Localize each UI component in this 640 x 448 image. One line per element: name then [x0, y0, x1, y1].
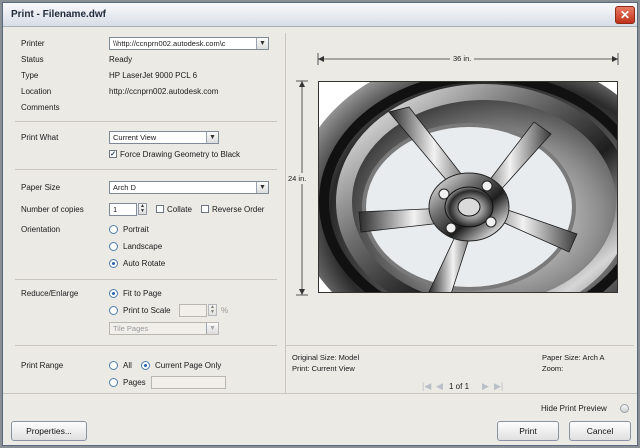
reverse-order-label: Reverse Order [212, 205, 265, 214]
divider [15, 169, 277, 170]
window-title: Print - Filename.dwf [11, 9, 107, 20]
chevron-down-icon[interactable]: ▼ [256, 182, 268, 193]
print-button[interactable]: Print [497, 421, 559, 441]
collate-checkbox[interactable] [156, 205, 164, 213]
all-pages-radio[interactable] [109, 361, 118, 370]
auto-rotate-radio[interactable] [109, 259, 118, 268]
cancel-button[interactable]: Cancel [569, 421, 631, 441]
reverse-order-checkbox[interactable] [201, 205, 209, 213]
location-label: Location [21, 87, 52, 96]
fit-to-page-label: Fit to Page [123, 289, 162, 298]
divider [15, 279, 277, 280]
print-view-text: Print: Current View [292, 364, 355, 373]
location-value: http://ccnprn002.autodesk.com [109, 87, 219, 96]
title-bar: Print - Filename.dwf ✕ [3, 3, 637, 27]
next-page-icon[interactable]: ▶ [482, 381, 489, 392]
divider [15, 345, 277, 346]
scale-stepper[interactable]: ▲ ▼ [208, 304, 217, 316]
type-label: Type [21, 71, 39, 80]
properties-button[interactable]: Properties... [11, 421, 87, 441]
type-value: HP LaserJet 9000 PCL 6 [109, 71, 198, 80]
collate-label: Collate [167, 205, 192, 214]
width-label: 36 in. [450, 54, 475, 63]
pages-radio[interactable] [109, 378, 118, 387]
print-to-scale-radio[interactable] [109, 306, 118, 315]
print-dialog: Print - Filename.dwf ✕ Printer \\http://… [2, 2, 638, 446]
copies-label: Number of copies [21, 205, 84, 214]
height-dimension [296, 80, 308, 296]
chevron-down-icon[interactable]: ▼ [206, 132, 218, 143]
preview-panel: 36 in. 24 in. Original Size: Model Print… [285, 33, 634, 393]
fit-to-page-radio[interactable] [109, 289, 118, 298]
auto-rotate-label: Auto Rotate [123, 259, 166, 268]
force-black-label: Force Drawing Geometry to Black [120, 150, 241, 159]
height-label: 24 in. [288, 173, 307, 184]
copies-input[interactable]: 1 [109, 203, 137, 216]
portrait-label: Portrait [123, 225, 149, 234]
comments-label: Comments [21, 103, 60, 112]
printer-value: \\http://ccnprn002.autodesk.com\c [113, 39, 226, 48]
hide-preview-label: Hide Print Preview [541, 404, 607, 413]
chevron-down-icon[interactable]: ▼ [256, 38, 268, 49]
divider [286, 345, 634, 346]
status-value: Ready [109, 55, 133, 64]
landscape-radio[interactable] [109, 242, 118, 251]
last-page-icon[interactable]: ▶| [494, 381, 503, 392]
paper-size-select[interactable]: Arch D ▼ [109, 181, 269, 194]
pages-label: Pages [123, 378, 146, 387]
settings-panel: Printer \\http://ccnprn002.autodesk.com\… [11, 33, 281, 393]
paper-size-value: Arch D [113, 183, 136, 192]
print-preview-image [318, 81, 618, 293]
copies-value: 1 [113, 205, 118, 214]
divider [15, 121, 277, 122]
paper-size-text: Paper Size: Arch A [542, 353, 605, 362]
portrait-radio[interactable] [109, 225, 118, 234]
spin-down-icon[interactable]: ▼ [139, 209, 146, 214]
tile-pages-select[interactable]: Tile Pages ▼ [109, 322, 219, 335]
print-what-value: Current View [113, 133, 157, 142]
hide-preview-toggle[interactable] [620, 404, 629, 413]
zoom-text: Zoom: [542, 364, 564, 373]
copies-stepper[interactable]: ▲ ▼ [138, 203, 147, 215]
print-what-label: Print What [21, 133, 59, 142]
page-indicator: 1 of 1 [449, 382, 470, 391]
print-to-scale-label: Print to Scale [123, 306, 171, 315]
orientation-label: Orientation [21, 225, 61, 234]
tile-pages-value: Tile Pages [113, 324, 149, 333]
reduce-enlarge-label: Reduce/Enlarge [21, 289, 79, 298]
printer-label: Printer [21, 39, 45, 48]
pages-input[interactable] [151, 376, 226, 389]
chevron-down-icon[interactable]: ▼ [206, 323, 218, 334]
force-black-checkbox[interactable]: ✓ [109, 150, 117, 158]
original-size-text: Original Size: Model [292, 353, 360, 362]
print-what-select[interactable]: Current View ▼ [109, 131, 219, 144]
spin-down-icon[interactable]: ▼ [209, 310, 216, 315]
scale-input[interactable] [179, 304, 207, 317]
landscape-label: Landscape [123, 242, 163, 251]
divider [3, 393, 637, 394]
current-page-radio[interactable] [141, 361, 150, 370]
prev-page-icon[interactable]: ◀ [436, 381, 443, 392]
all-pages-label: All [123, 361, 132, 370]
printer-select[interactable]: \\http://ccnprn002.autodesk.com\c ▼ [109, 37, 269, 50]
percent-label: % [221, 306, 229, 315]
print-range-label: Print Range [21, 361, 64, 370]
current-page-label: Current Page Only [155, 361, 222, 370]
paper-size-label: Paper Size [21, 183, 61, 192]
status-label: Status [21, 55, 44, 64]
close-button[interactable]: ✕ [615, 6, 635, 24]
first-page-icon[interactable]: |◀ [422, 381, 431, 392]
